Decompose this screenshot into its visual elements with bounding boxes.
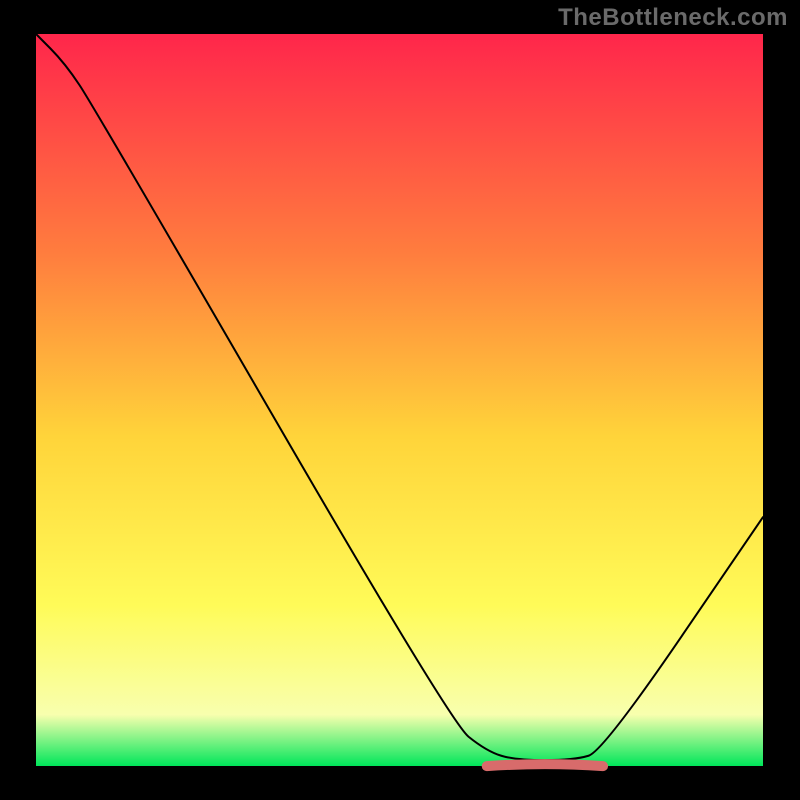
bottleneck-chart bbox=[0, 0, 800, 800]
chart-frame: TheBottleneck.com bbox=[0, 0, 800, 800]
watermark-text: TheBottleneck.com bbox=[558, 4, 788, 32]
valley-highlight bbox=[487, 764, 603, 766]
plot-background bbox=[36, 34, 763, 766]
